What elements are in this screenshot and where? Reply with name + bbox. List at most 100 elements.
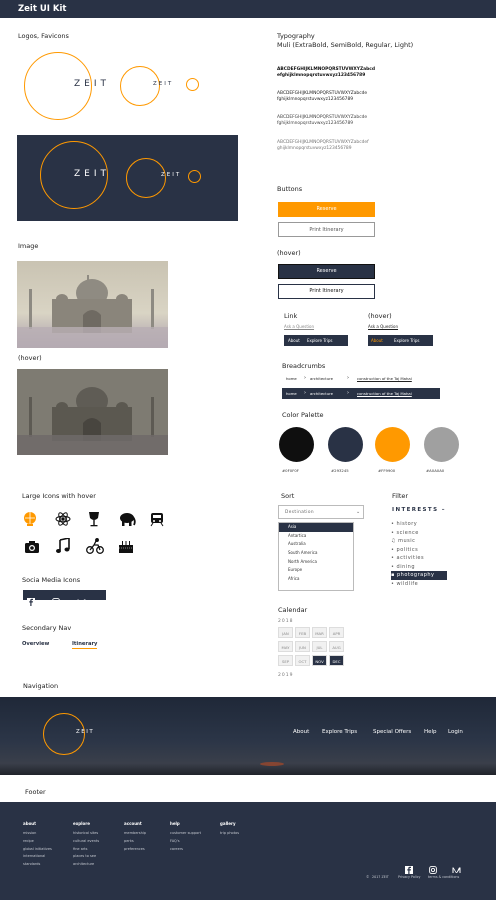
footer-link[interactable]: careers [170, 846, 201, 854]
month-nov[interactable]: NOV [312, 655, 327, 666]
footer-column-explore: explore historical sites cultural events… [73, 821, 99, 869]
typography-title: Typography [277, 32, 315, 40]
month-mar[interactable]: MAR [312, 627, 327, 638]
footer-link[interactable]: global initiatives [23, 846, 52, 854]
footer-link[interactable]: mission [23, 830, 52, 838]
swatch-orange [375, 427, 410, 462]
cyclist-icon[interactable] [86, 538, 104, 558]
sort-option-asia[interactable]: Asia [279, 523, 353, 532]
camera-icon[interactable] [24, 539, 40, 558]
breadcrumb-home[interactable]: home [286, 376, 297, 381]
footer-link[interactable]: fine arts [73, 846, 99, 854]
nav-special-offers[interactable]: Special Offers [373, 729, 411, 735]
breadcrumb-dark: home › architecture › construction of th… [282, 388, 440, 399]
footer-privacy-link[interactable]: Privacy Policy [398, 875, 420, 879]
month-oct[interactable]: OCT [295, 655, 310, 666]
footer-link[interactable]: international [23, 853, 52, 861]
nav-explore-trips[interactable]: Explore Trips [322, 729, 357, 735]
calendar-year-2019: 2019 [278, 673, 294, 678]
secondary-nav-overview[interactable]: Overview [22, 641, 49, 647]
chevron-down-icon: ⌄ [356, 509, 361, 515]
nav-logo-wordmark: ZEIT [76, 729, 95, 735]
footer-link[interactable]: perks [124, 838, 146, 846]
atom-icon[interactable] [55, 511, 71, 531]
instagram-icon[interactable] [52, 591, 60, 610]
reserve-button[interactable]: Reserve [278, 202, 375, 217]
footer-link[interactable]: customer support [170, 830, 201, 838]
chevron-right-icon: › [347, 390, 349, 396]
filter-item-activities[interactable]: • activities [391, 554, 447, 563]
logo-ring-medium-dark [126, 158, 166, 198]
wine-glass-icon[interactable] [87, 511, 101, 531]
month-dec[interactable]: DEC [329, 655, 344, 666]
chevron-right-icon: › [304, 375, 306, 381]
breadcrumb-architecture[interactable]: architecture [310, 376, 333, 381]
filter-item-wildlife[interactable]: • wildlife [391, 580, 447, 589]
footer-link[interactable]: places to see [73, 853, 99, 861]
footer-terms-link[interactable]: terms & conditions [428, 875, 459, 879]
footer-link[interactable]: FAQ's [170, 838, 201, 846]
footer-link[interactable]: preferences [124, 846, 146, 854]
month-apr[interactable]: APR [329, 627, 344, 638]
filter-item-history[interactable]: • history [391, 520, 447, 529]
image-section-title: Image [18, 242, 39, 250]
music-note-icon[interactable] [56, 537, 70, 558]
ask-question-link-hover[interactable]: Ask a Question [368, 324, 398, 329]
month-may[interactable]: MAY [278, 641, 293, 652]
breadcrumb-dark-home[interactable]: home [286, 391, 297, 396]
nav-about[interactable]: About [293, 729, 309, 735]
cake-icon[interactable] [118, 538, 134, 558]
month-jun[interactable]: JUN [295, 641, 310, 652]
link-nav-explore-trips[interactable]: Explore Trips [307, 338, 333, 343]
train-icon[interactable] [150, 511, 164, 531]
filter-item-politics[interactable]: • politics [391, 546, 447, 555]
sort-title: Sort [281, 492, 295, 500]
link-nav-about-hover[interactable]: About [371, 338, 383, 343]
filter-item-dining[interactable]: • dining [391, 563, 447, 572]
favicon-ring-dark [188, 170, 201, 183]
link-nav-about[interactable]: About [288, 338, 300, 343]
facebook-icon[interactable] [27, 591, 35, 610]
month-jan[interactable]: JAN [278, 627, 293, 638]
filter-item-photography[interactable]: ▪ photography [391, 571, 447, 580]
sort-dropdown[interactable]: Destination ⌄ [278, 505, 364, 519]
print-itinerary-button[interactable]: Print Itinerary [278, 222, 375, 237]
filter-item-science[interactable]: • science [391, 529, 447, 538]
month-jul[interactable]: JUL [312, 641, 327, 652]
medium-icon[interactable] [77, 591, 86, 610]
swatch-black [279, 427, 314, 462]
sort-option-africa[interactable]: Africa [279, 575, 353, 584]
footer-link[interactable]: cultural events [73, 838, 99, 846]
breadcrumb-current: construction of the Taj Mahal [357, 376, 412, 381]
footer-link[interactable]: standards [23, 861, 52, 869]
globe-icon[interactable] [22, 511, 38, 531]
print-itinerary-button-hover[interactable]: Print Itinerary [278, 284, 375, 299]
calendar-title: Calendar [278, 606, 308, 614]
nav-help[interactable]: Help [424, 729, 437, 735]
ask-question-link[interactable]: Ask a Question [284, 324, 314, 329]
sort-option-australia[interactable]: Australia [279, 540, 353, 549]
nav-login[interactable]: Login [448, 729, 463, 735]
filter-item-music[interactable]: ♫ music [391, 537, 447, 546]
month-feb[interactable]: FEB [295, 627, 310, 638]
breadcrumb-dark-architecture[interactable]: architecture [310, 391, 333, 396]
sort-option-antartica[interactable]: Antartica [279, 532, 353, 541]
elephant-icon[interactable] [118, 511, 136, 531]
month-aug[interactable]: AUG [329, 641, 344, 652]
secondary-nav-itinerary[interactable]: Itinerary [72, 641, 98, 649]
link-nav-explore-trips-hover[interactable]: Explore Trips [394, 338, 420, 343]
sort-option-europe[interactable]: Europe [279, 566, 353, 575]
calendar-year-2018: 2018 [278, 619, 294, 624]
footer-link[interactable]: architecture [73, 861, 99, 869]
footer-link[interactable]: trip photos [220, 830, 239, 838]
filter-interests-header[interactable]: INTERESTS – [392, 507, 446, 513]
sort-option-north-america[interactable]: North America [279, 558, 353, 567]
reserve-button-hover[interactable]: Reserve [278, 264, 375, 279]
taj-mahal-image-hover[interactable] [17, 369, 168, 455]
sort-option-south-america[interactable]: South America [279, 549, 353, 558]
month-sep[interactable]: SEP [278, 655, 293, 666]
footer-link[interactable]: historical sites [73, 830, 99, 838]
taj-mahal-image[interactable] [17, 261, 168, 348]
footer-link[interactable]: membership [124, 830, 146, 838]
footer-link[interactable]: recipe [23, 838, 52, 846]
